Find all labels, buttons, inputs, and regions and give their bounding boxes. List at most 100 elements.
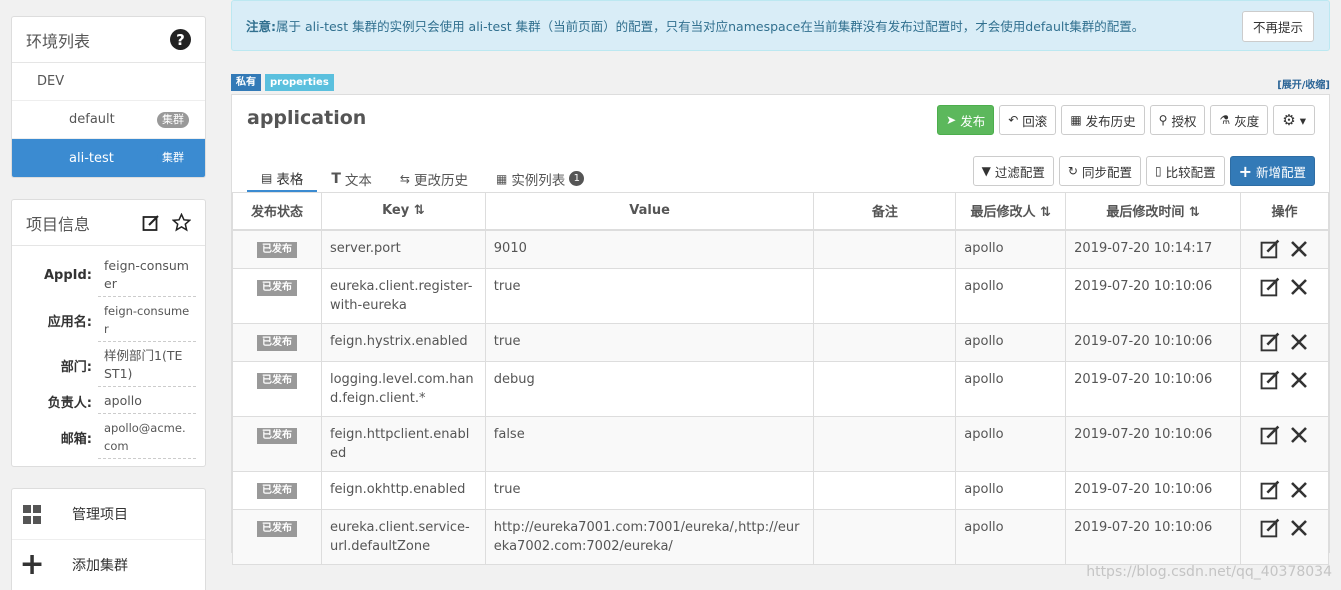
modifier-cell: apollo [955, 229, 1067, 269]
status-cell: 已发布 [232, 267, 322, 324]
edit-icon[interactable] [1260, 239, 1281, 260]
namespace-tabs: ▤ 表格 T 文本 ⇆ 更改历史 ▦ 实例列表 1 [247, 165, 598, 192]
info-value: feign-consumer [98, 254, 196, 297]
tab-label: 更改历史 [413, 172, 468, 189]
cluster-badge: 集群 [157, 150, 189, 166]
env-item-dev[interactable]: DEV [12, 63, 205, 101]
publish-history-button[interactable]: ▦ 发布历史 [1061, 105, 1145, 135]
auth-label: 授权 [1171, 113, 1197, 129]
namespace-title: application [247, 107, 367, 129]
cluster-item-ali-test[interactable]: ali-test 集群 [12, 139, 205, 177]
compare-config-button[interactable]: ▯ 比较配置 [1145, 156, 1225, 186]
status-cell: 已发布 [232, 415, 322, 472]
rollback-button[interactable]: ↶ 回滚 [999, 105, 1057, 135]
dismiss-notice-button[interactable]: 不再提示 [1241, 11, 1314, 42]
col-header-modified-time[interactable]: 最后修改时间 ⇅ [1065, 192, 1241, 231]
actions-cell [1239, 415, 1330, 472]
plus-icon: + [19, 547, 45, 582]
modifier-cell: apollo [955, 470, 1067, 510]
value-cell: debug [484, 360, 815, 417]
comment-cell [813, 322, 957, 362]
expand-collapse-link[interactable]: [展开/收缩] [1277, 76, 1330, 91]
actions-cell [1239, 229, 1330, 269]
tab-instance-list[interactable]: ▦ 实例列表 1 [482, 165, 598, 192]
file-icon: ▯ [1154, 164, 1162, 178]
col-header-key[interactable]: Key ⇅ [320, 192, 486, 231]
tab-text[interactable]: T 文本 [317, 165, 386, 192]
user-icon: ⚲ [1158, 113, 1168, 127]
table-row: 已发布 logging.level.com.hand.feign.client.*… [232, 360, 1330, 417]
value-cell: http://eureka7001.com:7001/eureka/,http:… [484, 508, 815, 565]
col-header-value: Value [484, 192, 815, 231]
sync-config-button[interactable]: ↻ 同步配置 [1058, 156, 1141, 186]
info-value: apollo@acme.com [98, 416, 196, 459]
gray-label: 灰度 [1234, 113, 1260, 129]
edit-icon[interactable] [1260, 332, 1281, 353]
edit-icon[interactable] [142, 214, 160, 232]
table-row: 已发布 feign.httpclient.enabled false apollo 20… [232, 415, 1330, 472]
rollback-label: 回滚 [1022, 113, 1048, 129]
table-row: 已发布 eureka.client.service-url.defaultZone… [232, 508, 1330, 565]
add-config-button[interactable]: + 新增配置 [1229, 156, 1315, 186]
manage-project-button[interactable]: 管理项目 [12, 489, 205, 540]
status-cell: 已发布 [232, 508, 322, 565]
help-icon[interactable]: ? [170, 29, 191, 50]
cluster-item-default[interactable]: default 集群 [12, 101, 205, 139]
project-info-panel: 项目信息 AppId: feign-consumer 应用名: feign-co… [11, 199, 206, 467]
notice-text: 属于 ali-test 集群的实例只会使用 ali-test 集群（当前页面）的… [276, 19, 1145, 34]
notice-prefix: 注意: [246, 19, 276, 34]
publish-button[interactable]: ➤ 发布 [937, 105, 995, 135]
delete-icon[interactable] [1289, 332, 1309, 352]
add-label: 新增配置 [1255, 164, 1306, 180]
tab-label: 表格 [276, 171, 304, 188]
edit-icon[interactable] [1260, 480, 1281, 501]
published-badge: 已发布 [257, 482, 297, 499]
edit-icon[interactable] [1260, 370, 1281, 391]
tab-table[interactable]: ▤ 表格 [247, 165, 318, 192]
config-toolbar: ▼ 过滤配置 ↻ 同步配置 ▯ 比较配置 + 新增配置 [972, 156, 1315, 186]
edit-icon[interactable] [1260, 425, 1281, 446]
modified-time-cell: 2019-07-20 10:10:06 [1065, 470, 1241, 510]
modifier-cell: apollo [955, 267, 1067, 324]
info-row-department: 部门: 样例部门1(TEST1) [12, 344, 205, 387]
authorize-button[interactable]: ⚲ 授权 [1149, 105, 1206, 135]
filter-label: 过滤配置 [994, 164, 1045, 180]
col-header-actions: 操作 [1239, 192, 1330, 231]
info-label: 邮箱: [60, 432, 92, 447]
tab-change-history[interactable]: ⇆ 更改历史 [386, 165, 482, 192]
settings-dropdown-button[interactable]: ⚙ ▾ [1273, 105, 1315, 135]
publish-label: 发布 [960, 113, 986, 129]
filter-config-button[interactable]: ▼ 过滤配置 [972, 156, 1054, 186]
col-header-modifier[interactable]: 最后修改人 ⇅ [955, 192, 1067, 231]
info-value: 样例部门1(TEST1) [98, 344, 196, 387]
cluster-badge: 集群 [157, 112, 189, 128]
delete-icon[interactable] [1289, 518, 1309, 538]
comment-cell [813, 360, 957, 417]
instance-count-badge: 1 [569, 171, 585, 186]
key-cell: feign.httpclient.enabled [320, 415, 486, 472]
environment-panel-header: 环境列表 ? [12, 17, 205, 63]
info-value: feign-consumer [98, 299, 196, 342]
value-cell: false [484, 415, 815, 472]
add-cluster-button[interactable]: + 添加集群 [12, 540, 205, 590]
key-cell: feign.hystrix.enabled [320, 322, 486, 362]
star-icon[interactable] [172, 213, 191, 232]
delete-icon[interactable] [1289, 239, 1309, 259]
delete-icon[interactable] [1289, 277, 1309, 297]
edit-icon[interactable] [1260, 518, 1281, 539]
grid-icon [22, 504, 42, 524]
delete-icon[interactable] [1289, 425, 1309, 445]
format-tag: properties [265, 74, 334, 91]
cluster-label: ali-test [69, 150, 114, 166]
value-cell: true [484, 322, 815, 362]
delete-icon[interactable] [1289, 480, 1309, 500]
edit-icon[interactable] [1260, 277, 1281, 298]
calendar-icon: ▦ [1070, 113, 1082, 127]
gear-icon: ⚙ [1282, 111, 1296, 129]
modifier-cell: apollo [955, 360, 1067, 417]
project-info-list: AppId: feign-consumer 应用名: feign-consume… [12, 246, 205, 459]
gray-release-button[interactable]: ⚗ 灰度 [1210, 105, 1269, 135]
plus-icon: + [1238, 161, 1252, 181]
actions-cell [1239, 322, 1330, 362]
delete-icon[interactable] [1289, 370, 1309, 390]
